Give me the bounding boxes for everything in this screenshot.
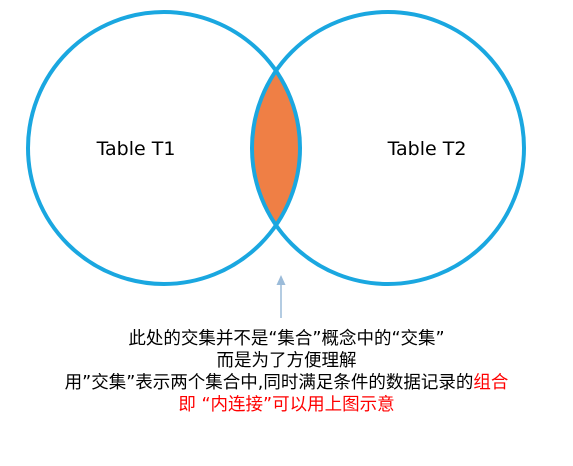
caption-line-2: 而是为了方便理解 <box>216 351 357 371</box>
caption-line-3-highlight: 组合 <box>473 373 509 393</box>
arrow-head <box>276 275 286 285</box>
caption-line-1: 此处的交集并不是“集合”概念中的“交集” <box>128 329 445 349</box>
table-t2-label: Table T2 <box>387 138 467 160</box>
table-t1-label: Table T1 <box>96 138 176 160</box>
caption-line-3: 用”交集”表示两个集合中,同时满足条件的数据记录的组合 <box>0 372 573 394</box>
pointer-arrow <box>276 275 286 318</box>
caption-line-4: 即 “内连接”可以用上图示意 <box>178 395 395 415</box>
caption-line-3-text: 用”交集”表示两个集合中,同时满足条件的数据记录的 <box>64 373 474 393</box>
